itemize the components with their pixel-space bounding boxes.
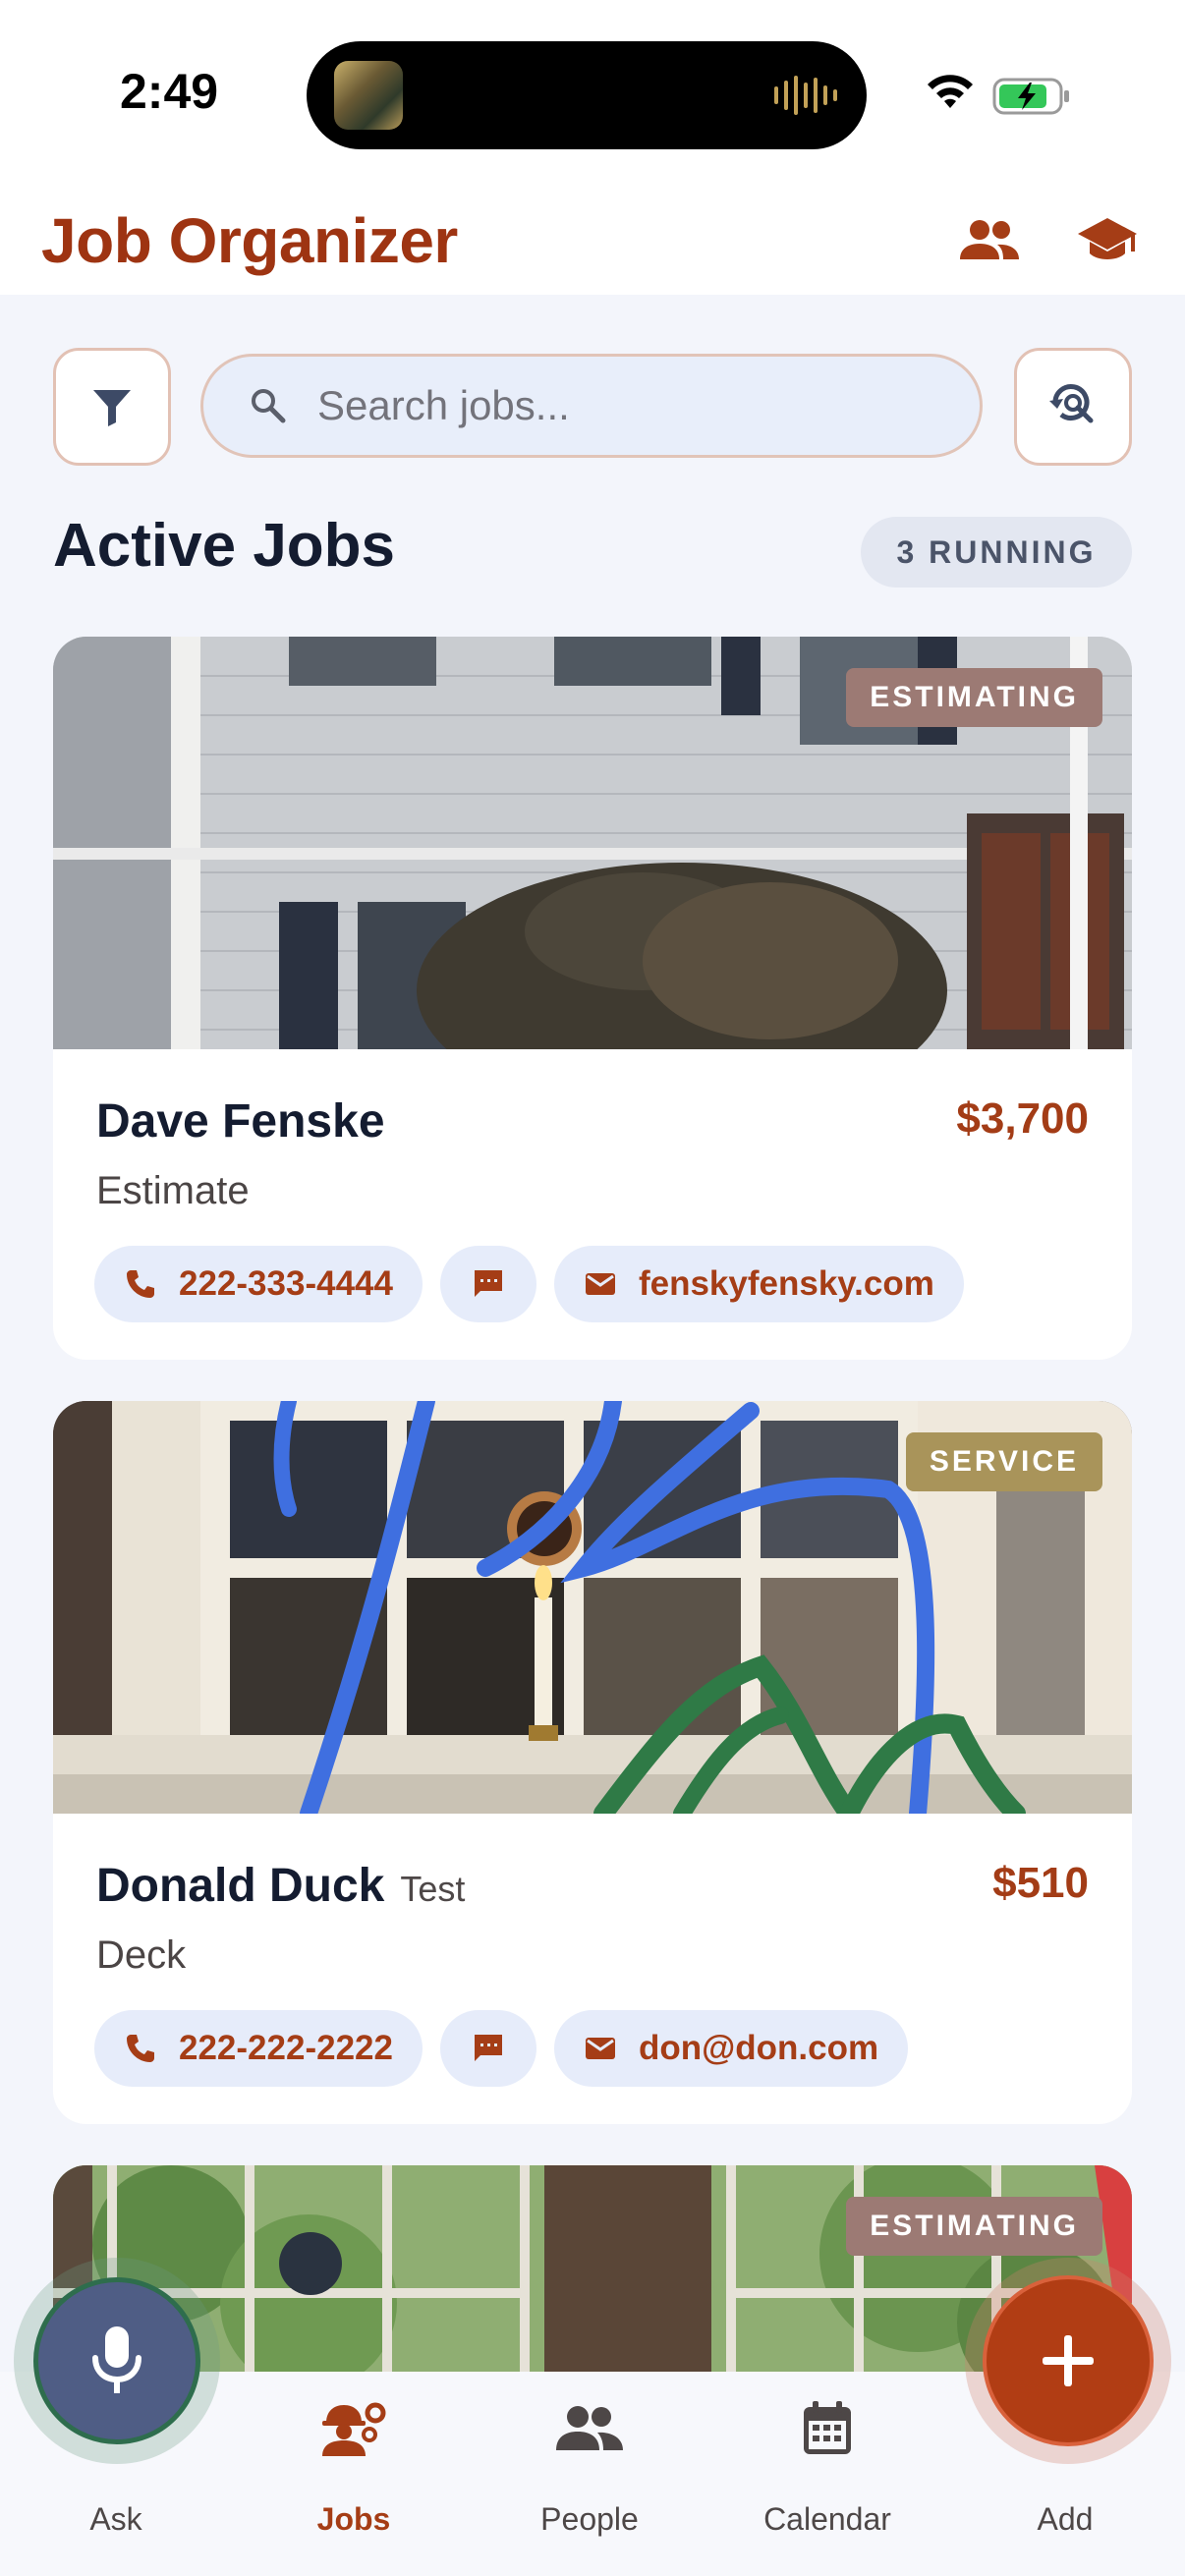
job-card-body: Donald Duck Test $510 Deck 222-222-2222 (53, 1814, 1132, 2124)
job-price: $3,700 (956, 1094, 1089, 1143)
email-address: fenskyfensky.com (638, 1264, 934, 1303)
running-count-badge: 3 RUNNING (861, 517, 1132, 588)
phone-icon (127, 2035, 154, 2062)
people-icon[interactable] (958, 214, 1021, 267)
phone-number: 222-222-2222 (179, 2029, 393, 2067)
email-chip[interactable]: fenskyfensky.com (553, 1246, 964, 1322)
nav-ask-label: Ask (89, 2501, 142, 2537)
stage-badge: ESTIMATING (846, 2197, 1102, 2256)
filter-icon (93, 390, 131, 426)
nav-add-label: Add (1037, 2501, 1094, 2537)
job-type: Deck (96, 1933, 187, 1977)
status-time: 2:49 (120, 64, 219, 119)
job-type: Estimate (96, 1169, 250, 1212)
ask-mic-button[interactable] (14, 2258, 220, 2464)
mic-button-face (33, 2277, 200, 2444)
dynamic-island[interactable] (307, 41, 867, 149)
app-title: Job Organizer (41, 205, 458, 276)
now-playing-artwork (334, 61, 403, 130)
job-card[interactable]: SERVICE Donald Duck Test $510 Deck 222-22… (53, 1401, 1132, 2124)
message-chip[interactable] (439, 2010, 536, 2087)
filter-button[interactable] (53, 348, 171, 466)
nav-people-label: People (540, 2501, 639, 2537)
phone-number: 222-333-4444 (179, 1264, 393, 1303)
nav-jobs-label: Jobs (316, 2501, 391, 2537)
stage-badge: ESTIMATING (846, 668, 1102, 727)
job-card[interactable]: ESTIMATING Dave Fenske $3,700 Estimate 2… (53, 637, 1132, 1360)
app-header: Job Organizer (0, 187, 1185, 295)
calendar-icon (804, 2401, 851, 2454)
email-icon (585, 1273, 615, 1295)
phone-icon (127, 1270, 154, 1298)
job-card-body: Dave Fenske $3,700 Estimate 222-333-4444 (53, 1049, 1132, 1360)
nav-calendar[interactable]: Calendar (739, 2399, 916, 2537)
search-icon (252, 389, 286, 423)
battery-charging-icon (992, 78, 1069, 115)
toolbar (0, 344, 1185, 468)
job-photo: ESTIMATING (53, 637, 1132, 1049)
stage-badge: SERVICE (905, 1432, 1102, 1491)
search-refresh-icon (1049, 384, 1094, 423)
contact-chips: 222-333-4444 fenskyfensky.com (94, 1246, 964, 1324)
phone-chip[interactable]: 222-333-4444 (94, 1246, 423, 1322)
jobs-worker-icon (322, 2402, 386, 2456)
microphone-icon (92, 2326, 141, 2393)
client-name-text: Donald Duck (96, 1860, 385, 1912)
wifi-icon (928, 75, 973, 108)
job-price: $510 (992, 1859, 1089, 1907)
nav-calendar-label: Calendar (763, 2501, 891, 2537)
add-button-face (983, 2275, 1154, 2446)
section-title: Active Jobs (53, 512, 396, 580)
phone-chip[interactable]: 222-222-2222 (94, 2010, 423, 2087)
search-input[interactable] (317, 382, 946, 429)
nav-jobs[interactable]: Jobs (265, 2399, 442, 2537)
client-name: Dave Fenske (96, 1094, 385, 1148)
message-chip[interactable] (439, 1246, 536, 1322)
people-icon (556, 2406, 623, 2450)
job-photo: SERVICE (53, 1401, 1132, 1814)
message-icon (474, 2035, 502, 2061)
school-icon[interactable] (1076, 214, 1139, 267)
job-subtitle: Test (400, 1869, 466, 1909)
email-chip[interactable]: don@don.com (553, 2010, 909, 2087)
nav-people[interactable]: People (501, 2399, 678, 2537)
contact-chips: 222-222-2222 don@don.com (94, 2010, 909, 2089)
plus-icon (1043, 2335, 1094, 2386)
add-job-button[interactable] (965, 2258, 1171, 2464)
client-name-text: Dave Fenske (96, 1095, 385, 1148)
saved-search-button[interactable] (1014, 348, 1132, 466)
audio-waveform-icon (774, 74, 837, 117)
status-bar: 2:49 (0, 0, 1185, 187)
email-icon (585, 2038, 615, 2059)
message-icon (474, 1270, 502, 1297)
email-address: don@don.com (638, 2029, 879, 2067)
search-bar[interactable] (200, 354, 983, 458)
client-name: Donald Duck Test (96, 1859, 465, 1913)
